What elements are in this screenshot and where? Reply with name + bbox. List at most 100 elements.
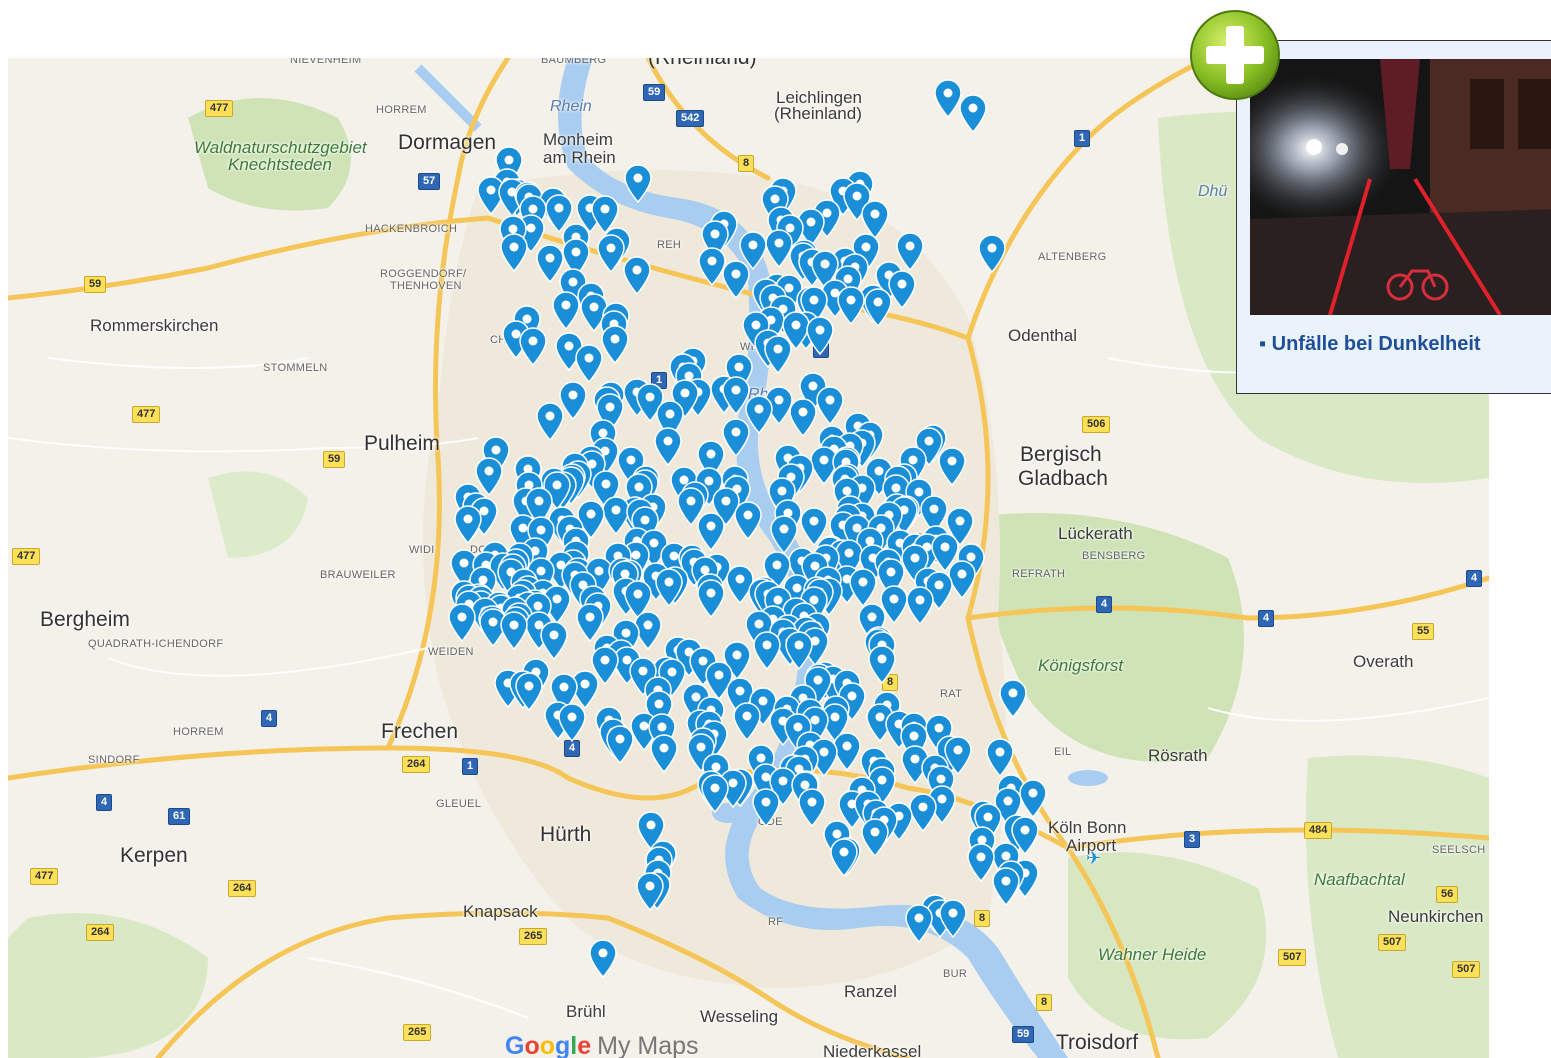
- road-shield: 4: [1096, 596, 1113, 613]
- map-marker-pin[interactable]: [731, 701, 763, 741]
- place-label: Ranzel: [844, 982, 897, 1001]
- map-marker-pin[interactable]: [984, 737, 1016, 777]
- google-my-maps-logo: Google My Maps: [505, 1032, 699, 1058]
- map-marker-pin[interactable]: [976, 233, 1008, 273]
- place-label: Bergheim: [40, 608, 130, 631]
- road-shield: 484: [1304, 822, 1333, 839]
- place-label: Odenthal: [1008, 326, 1077, 345]
- plus-icon[interactable]: [1188, 8, 1282, 102]
- road-shield: 61: [168, 808, 191, 825]
- place-label: Frechen: [381, 720, 459, 743]
- map-marker-pin[interactable]: [452, 504, 484, 544]
- place-label: Kerpen: [120, 844, 188, 867]
- place-label: REFRATH: [1012, 568, 1066, 580]
- road-shield: 507: [1278, 949, 1307, 966]
- map-marker-pin[interactable]: [699, 773, 731, 813]
- map-marker-pin[interactable]: [732, 500, 764, 540]
- map-marker-pin[interactable]: [446, 602, 478, 642]
- road-shield: 59: [84, 276, 107, 293]
- road-shield: 8: [738, 155, 755, 172]
- map-marker-pin[interactable]: [513, 671, 545, 712]
- place-label: STOMMELN: [263, 362, 328, 374]
- map-marker-pin[interactable]: [587, 938, 619, 978]
- road-shield: 4: [261, 710, 278, 727]
- place-label: SINDORF: [88, 754, 140, 766]
- place-label: Gladbach: [1018, 467, 1108, 490]
- map-marker-pin[interactable]: [866, 644, 898, 685]
- place-label: (Rheinland): [648, 58, 757, 70]
- map-marker-pin[interactable]: [828, 837, 860, 877]
- map-marker-pin[interactable]: [621, 255, 653, 296]
- map-marker-pin[interactable]: [556, 702, 588, 743]
- road-shield: 1: [462, 758, 479, 775]
- road-shield: 8: [974, 910, 991, 927]
- place-label: Pulheim: [364, 432, 440, 455]
- airplane-icon: ✈: [1086, 848, 1102, 868]
- map-marker-pin[interactable]: [634, 871, 666, 912]
- map-marker-pin[interactable]: [573, 343, 605, 384]
- map-marker-pin[interactable]: [904, 585, 936, 625]
- road-shield: 8: [1036, 994, 1053, 1011]
- road-shield: 265: [403, 1024, 432, 1041]
- map-marker-pin[interactable]: [997, 678, 1029, 718]
- map-marker-pin[interactable]: [720, 259, 752, 300]
- map-marker-pin[interactable]: [648, 733, 680, 773]
- road-shield: 264: [86, 924, 115, 941]
- map-marker-pin[interactable]: [604, 724, 636, 764]
- road-shield: 59: [1012, 1026, 1035, 1043]
- promo-photo[interactable]: [1250, 59, 1551, 315]
- map-marker-pin[interactable]: [859, 817, 891, 857]
- place-label: BUR: [943, 968, 968, 980]
- map-marker-pin[interactable]: [498, 232, 530, 273]
- map-marker-pin[interactable]: [652, 426, 684, 467]
- road-shield: 264: [402, 756, 431, 773]
- road-shield: 542: [676, 110, 705, 127]
- map-marker-pin[interactable]: [957, 93, 989, 133]
- place-label: GLEUEL: [436, 798, 482, 810]
- map-marker-pin[interactable]: [990, 866, 1022, 906]
- place-label: ALTENBERG: [1038, 251, 1107, 263]
- road-shield: 59: [643, 84, 666, 101]
- road-shield: 477: [12, 548, 41, 565]
- place-label: THENHOVEN: [390, 280, 462, 292]
- map-marker-pin[interactable]: [936, 446, 968, 487]
- place-label: WIDI: [409, 544, 435, 556]
- place-label: NIEVENHEIM: [290, 58, 362, 66]
- place-label: Niederkassel: [823, 1042, 922, 1058]
- map-marker-pin[interactable]: [534, 401, 566, 442]
- road-shield: 477: [132, 406, 161, 423]
- place-label: HORREM: [173, 726, 224, 738]
- map-marker-pin[interactable]: [862, 287, 894, 327]
- map-marker-pin[interactable]: [751, 630, 783, 670]
- map-marker-pin[interactable]: [517, 326, 549, 366]
- road-shield: 3: [1184, 831, 1201, 848]
- promo-caption-link[interactable]: ▪ Unfälle bei Dunkelheit: [1259, 333, 1481, 356]
- place-label: Brühl: [566, 1002, 606, 1021]
- place-label: RF: [768, 916, 784, 928]
- place-label: Königsforst: [1038, 656, 1124, 675]
- place-label: Rösrath: [1148, 746, 1208, 765]
- map-marker-pin[interactable]: [762, 334, 794, 375]
- map-marker-pin[interactable]: [750, 787, 782, 828]
- map-marker-pin[interactable]: [787, 397, 819, 437]
- map-marker-pin[interactable]: [695, 578, 727, 619]
- place-label: BENSBERG: [1082, 550, 1146, 562]
- map-marker-pin[interactable]: [937, 898, 969, 939]
- map-marker-pin[interactable]: [538, 620, 570, 661]
- road-shield: 4: [96, 794, 113, 811]
- place-label: Wesseling: [700, 1007, 779, 1026]
- place-label: Overath: [1353, 652, 1414, 671]
- map-marker-pin[interactable]: [622, 163, 654, 203]
- place-label: Dhü: [1198, 183, 1228, 200]
- road-shield: 56: [1436, 886, 1459, 903]
- place-label: SEELSCH: [1432, 844, 1486, 856]
- map-marker-pin[interactable]: [903, 903, 935, 943]
- map-marker-pin[interactable]: [804, 315, 836, 355]
- place-label: (Rheinland): [774, 104, 862, 123]
- map-marker-pin[interactable]: [847, 567, 879, 607]
- place-label: Neunkirchen: [1388, 907, 1484, 926]
- road-shield: 507: [1452, 961, 1481, 978]
- map-marker-pin[interactable]: [498, 610, 530, 651]
- promo-panel[interactable]: ▪ Unfälle bei Dunkelheit: [1236, 40, 1551, 394]
- map-marker-pin[interactable]: [653, 567, 685, 607]
